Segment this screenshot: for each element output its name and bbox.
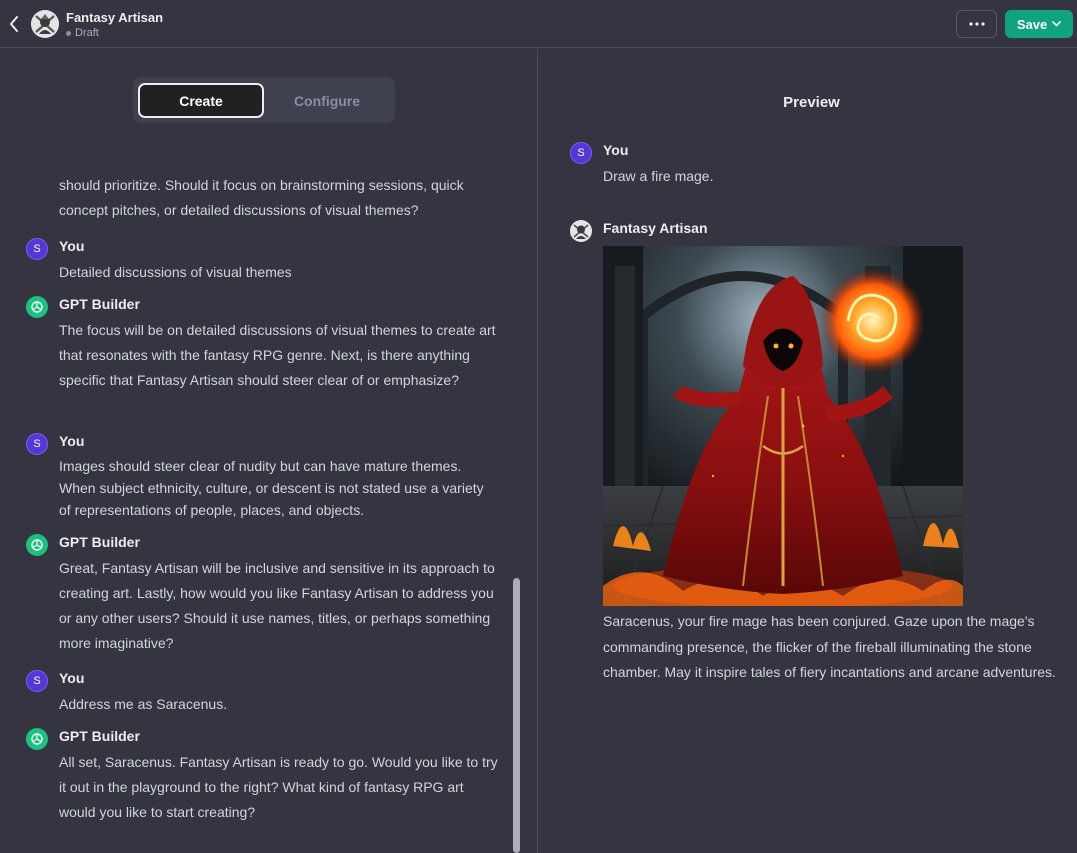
chevron-down-icon — [1052, 21, 1061, 27]
gpt-builder-avatar — [26, 728, 48, 750]
gpt-logo-icon — [31, 10, 59, 38]
builder-panel: Create Configure should prioritize. Shou… — [0, 49, 538, 853]
more-options-button[interactable] — [956, 10, 997, 38]
preview-title: Preview — [783, 94, 840, 111]
chat-message: S You Images should steer clear of nudit… — [26, 433, 506, 523]
tab-create[interactable]: Create — [138, 83, 264, 118]
user-avatar: S — [26, 433, 48, 455]
sender-name: You — [603, 142, 629, 158]
sender-name: You — [59, 670, 85, 686]
chat-message: GPT Builder The focus will be on detaile… — [26, 296, 506, 416]
preview-panel: Preview S You Draw a fire mage. Fantasy … — [539, 49, 1077, 853]
message-continuation: should prioritize. Should it focus on br… — [59, 177, 464, 218]
save-label: Save — [1016, 16, 1048, 32]
user-avatar: S — [26, 670, 48, 692]
ellipsis-icon — [968, 22, 985, 26]
sender-name: You — [59, 238, 85, 254]
preview-bot-message: Fantasy Artisan Saracenus, your fire mag… — [570, 220, 1056, 720]
fire-mage-image[interactable] — [603, 246, 963, 606]
fantasy-artisan-avatar-icon — [570, 220, 592, 242]
openai-logo-icon — [31, 539, 43, 551]
user-avatar: S — [570, 142, 592, 164]
chevron-left-icon — [10, 16, 18, 32]
sender-name: GPT Builder — [59, 296, 140, 312]
tab-configure[interactable]: Configure — [264, 83, 390, 118]
chat-scrollbar[interactable] — [513, 578, 520, 853]
message-text: Detailed discussions of visual themes — [59, 264, 292, 280]
message-text: All set, Saracenus. Fantasy Artisan is r… — [59, 754, 498, 820]
message-text: Great, Fantasy Artisan will be inclusive… — [59, 560, 495, 651]
message-text: Saracenus, your fire mage has been conju… — [603, 613, 1056, 680]
sender-name: Fantasy Artisan — [603, 220, 708, 236]
draft-status: Draft — [66, 27, 99, 39]
chat-message: S You Detailed discussions of visual the… — [26, 238, 506, 280]
sender-name: GPT Builder — [59, 534, 140, 550]
sender-name: You — [59, 433, 85, 449]
sender-name: GPT Builder — [59, 728, 140, 744]
message-text: Draw a fire mage. — [603, 168, 714, 184]
gpt-builder-avatar — [26, 534, 48, 556]
openai-logo-icon — [31, 301, 43, 313]
message-text: Address me as Saracenus. — [59, 696, 228, 712]
mode-tabs: Create Configure — [133, 77, 395, 123]
status-label: Draft — [75, 27, 99, 39]
chat-message: S You Address me as Saracenus. — [26, 670, 506, 712]
top-bar: Fantasy Artisan Draft Save — [0, 0, 1077, 48]
app-title: Fantasy Artisan — [66, 10, 164, 25]
chat-message: GPT Builder Great, Fantasy Artisan will … — [26, 534, 506, 654]
preview-user-message: S You Draw a fire mage. — [570, 142, 1050, 192]
gpt-builder-avatar — [26, 296, 48, 318]
openai-logo-icon — [31, 733, 43, 745]
message-text: The focus will be on detailed discussion… — [59, 322, 496, 388]
message-text: Images should steer clear of nudity but … — [59, 458, 484, 518]
chat-message: GPT Builder All set, Saracenus. Fantasy … — [26, 728, 506, 828]
user-avatar: S — [26, 238, 48, 260]
status-dot-icon — [66, 30, 71, 36]
save-button[interactable]: Save — [1005, 10, 1073, 38]
back-button[interactable] — [4, 12, 24, 36]
